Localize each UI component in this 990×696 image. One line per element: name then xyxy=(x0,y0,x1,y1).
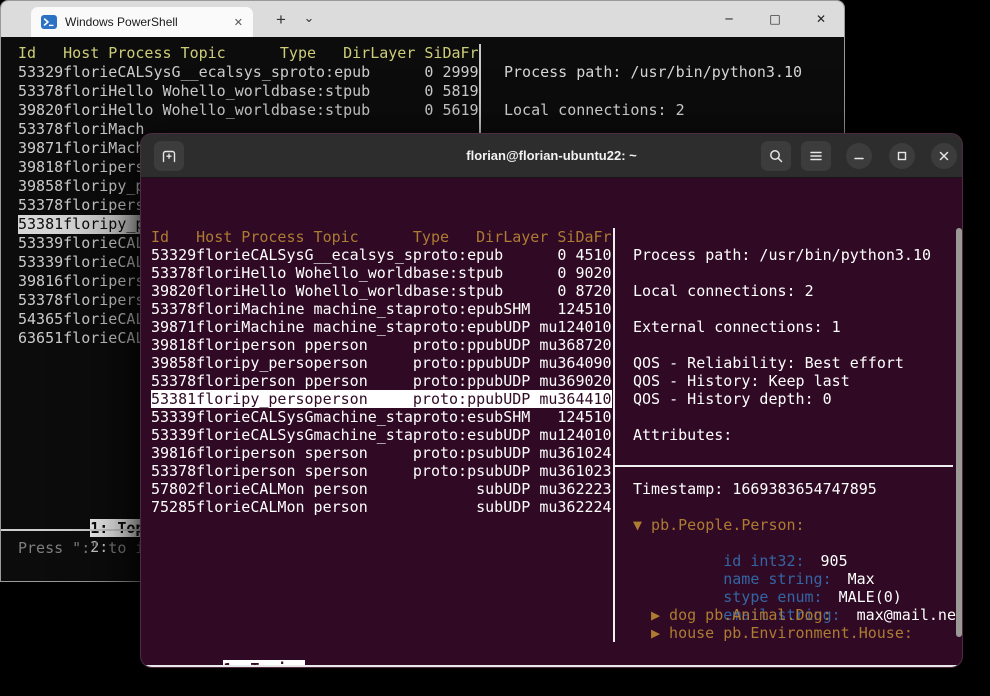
tree-field-stype: stype enum:MALE(0) xyxy=(651,570,902,588)
desktop-background: Windows PowerShell ✕ + ⌄ ─ □ ✕ Id Host P… xyxy=(0,0,990,696)
close-button[interactable] xyxy=(931,143,957,169)
table-row[interactable]: 39858floripy_persoperson proto:ppubUDP m… xyxy=(151,354,612,372)
table-row[interactable]: 53378floriHello Wohello_worldbase:stpub … xyxy=(151,264,612,282)
terminal-content: Id Host Process Topic Type DirLayer SiDa… xyxy=(141,178,962,667)
table-row[interactable]: 39816floriperson sperson proto:psubUDP m… xyxy=(151,444,612,462)
search-button[interactable] xyxy=(761,141,791,171)
new-tab-button[interactable] xyxy=(154,141,184,171)
new-tab-icon xyxy=(160,147,178,165)
tab-close-icon[interactable]: ✕ xyxy=(234,16,243,29)
tree-node-dog-collapsed[interactable]: ▶ dog pb.Animal.Dog: xyxy=(651,606,832,624)
table-header: Id Host Process Topic Type DirLayer SiDa… xyxy=(18,44,479,63)
tree-root-expanded[interactable]: ▼ pb.People.Person: xyxy=(633,516,805,534)
table-row[interactable]: 53339florieCALSysGmachine_staproto:esubS… xyxy=(151,408,612,426)
powershell-tab[interactable]: Windows PowerShell ✕ xyxy=(31,7,253,37)
tui-tab-bar: 1: Topics 2: Services 3: Hosts 4: Proces… xyxy=(151,642,426,660)
new-tab-button[interactable]: + xyxy=(269,8,293,32)
topics-table: Id Host Process Topic Type DirLayer SiDa… xyxy=(151,228,612,516)
table-row[interactable]: 39871floriMachine machine_staproto:epubU… xyxy=(151,318,612,336)
process-path-line: Process path: /usr/bin/python3.10 xyxy=(504,63,802,82)
tree-field-email: email string:max@mail.net xyxy=(651,588,963,606)
close-button[interactable]: ✕ xyxy=(798,1,844,37)
table-row[interactable]: 39820floriHello Wohello_worldbase:stpub … xyxy=(151,282,612,300)
minimize-button[interactable]: ─ xyxy=(706,1,752,37)
table-row[interactable]: 39820floriHello Wohello_worldbase:stpub … xyxy=(18,101,479,120)
table-row[interactable]: 53329florieCALSysG__ecalsys_sproto:epub … xyxy=(151,246,612,264)
table-row[interactable]: 53329florieCALSysG__ecalsys_sproto:epub … xyxy=(18,63,479,82)
hamburger-menu-icon xyxy=(808,148,824,164)
qos-history-depth-line: QOS - History depth: 0 xyxy=(633,390,832,408)
local-connections-line: Local connections: 2 xyxy=(504,101,685,120)
tree-node-house-collapsed[interactable]: ▶ house pb.Environment.House: xyxy=(651,624,913,642)
pane-divider xyxy=(613,228,615,642)
terminal-titlebar[interactable]: florian@florian-ubuntu22: ~ xyxy=(141,134,962,178)
table-row[interactable]: 75285florieCALMon person subUDP mu362224 xyxy=(151,498,612,516)
table-row[interactable]: 57802florieCALMon person subUDP mu362223 xyxy=(151,480,612,498)
table-row[interactable]: 53378floriMachine machine_staproto:epubS… xyxy=(151,300,612,318)
minimize-button[interactable] xyxy=(846,143,872,169)
maximize-icon xyxy=(896,150,908,162)
process-path-line: Process path: /usr/bin/python3.10 xyxy=(633,246,931,264)
table-row[interactable]: 39818floriperson pperson proto:ppubUDP m… xyxy=(151,336,612,354)
powershell-icon xyxy=(41,14,57,30)
external-connections-line: External connections: 1 xyxy=(633,318,841,336)
table-row[interactable]: 53339florieCALSysGmachine_staproto:esubU… xyxy=(151,426,612,444)
qos-reliability-line: QOS - Reliability: Best effort xyxy=(633,354,904,372)
tree-field-id: id int32:905 xyxy=(651,534,848,552)
menu-button[interactable] xyxy=(801,141,831,171)
window-title: florian@florian-ubuntu22: ~ xyxy=(141,134,962,178)
table-row[interactable]: 53378floriperson sperson proto:psubUDP m… xyxy=(151,462,612,480)
field-value: max@mail.net xyxy=(857,606,963,624)
minimize-icon xyxy=(853,150,865,162)
window-controls: ─ □ ✕ xyxy=(706,1,844,37)
qos-history-line: QOS - History: Keep last xyxy=(633,372,850,390)
detail-section-divider xyxy=(613,465,953,467)
tab-dropdown-icon[interactable]: ⌄ xyxy=(297,6,321,30)
timestamp-line: Timestamp: 1669383654747895 xyxy=(633,480,877,498)
table-row[interactable]: 53378floriperson pperson proto:ppubUDP m… xyxy=(151,372,612,390)
search-icon xyxy=(768,148,784,164)
tree-field-name: name string:Max xyxy=(651,552,875,570)
maximize-button[interactable] xyxy=(889,143,915,169)
table-row[interactable]: 53378floriHello Wohello_worldbase:stpub … xyxy=(18,82,479,101)
powershell-titlebar[interactable]: Windows PowerShell ✕ + ⌄ ─ □ ✕ xyxy=(1,1,844,37)
local-connections-line: Local connections: 2 xyxy=(633,282,814,300)
close-icon xyxy=(938,150,950,162)
status-hint: Press ":" to i xyxy=(18,539,144,558)
powershell-tab-title: Windows PowerShell xyxy=(65,15,226,29)
status-divider xyxy=(141,665,962,667)
scrollbar[interactable] xyxy=(956,228,962,637)
attributes-line: Attributes: xyxy=(633,426,732,444)
table-row-selected[interactable]: 53381floripy_persoperson proto:ppubUDP m… xyxy=(151,390,612,408)
maximize-button[interactable]: □ xyxy=(752,1,798,37)
table-header: Id Host Process Topic Type DirLayer SiDa… xyxy=(151,228,612,246)
terminal-window: florian@florian-ubuntu22: ~ xyxy=(140,133,963,668)
